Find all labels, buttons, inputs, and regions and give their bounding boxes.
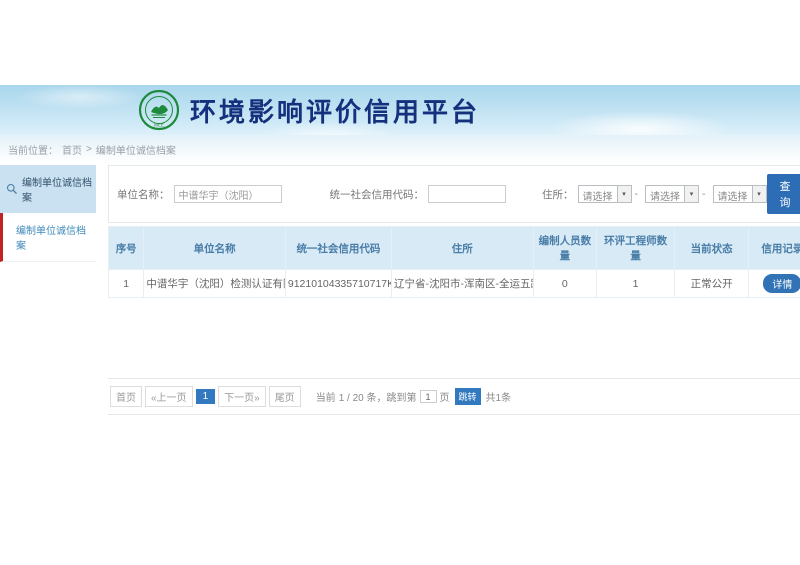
unit-name-label: 单位名称：	[117, 187, 170, 202]
total-records: 共1条	[486, 389, 512, 404]
col-status: 当前状态	[674, 227, 748, 270]
sidebar: 编制单位诚信档案 编制单位诚信档案	[0, 165, 96, 262]
district-select-value: 请选择	[714, 186, 752, 202]
site-title: 环境影响评价信用平台	[190, 92, 480, 129]
col-index: 序号	[109, 227, 144, 270]
city-select[interactable]: 请选择 ▾	[645, 185, 699, 203]
chevron-down-icon: ▾	[752, 186, 766, 202]
cell-index: 1	[109, 270, 144, 298]
detail-button[interactable]: 详情	[763, 274, 800, 293]
district-select[interactable]: 请选择 ▾	[713, 185, 767, 203]
breadcrumb-home-link[interactable]: 首页	[62, 142, 82, 157]
credit-code-label: 统一社会信用代码：	[330, 187, 425, 202]
address-label: 住所：	[542, 187, 574, 202]
chevron-down-icon: ▾	[617, 186, 631, 202]
cell-credit-code: 91210104335710717K	[285, 270, 391, 298]
page-info-mid: 1 / 20 条，跳到第	[339, 389, 417, 404]
table-empty-area	[108, 298, 800, 378]
search-magnifier-icon	[6, 183, 18, 195]
page-last-button[interactable]: 尾页	[269, 386, 301, 407]
city-select-value: 请选择	[646, 186, 684, 202]
cell-unit-name-link[interactable]: 中谱华宇（沈阳）检测认证有限公司	[144, 270, 286, 298]
province-select-value: 请选择	[579, 186, 617, 202]
breadcrumb-current: 编制单位诚信档案	[96, 142, 176, 157]
col-address: 住所	[392, 227, 534, 270]
search-filter-bar: 单位名称： 统一社会信用代码： 住所： 请选择 ▾ - 请选择 ▾ - 请选择 …	[108, 165, 800, 223]
select-separator: -	[702, 188, 706, 200]
page-current[interactable]: 1	[196, 389, 216, 404]
page-info-suffix: 页	[440, 389, 450, 404]
cell-address: 辽宁省-沈阳市-浑南区-全运五路35-1号楼902	[392, 270, 534, 298]
breadcrumb-label: 当前位置：	[8, 142, 58, 157]
chevron-down-icon: ▾	[684, 186, 698, 202]
mee-logo-icon: MEE	[138, 89, 180, 131]
page-info-prefix: 当前	[316, 389, 336, 404]
site-banner: MEE 环境影响评价信用平台	[0, 85, 800, 135]
page-prev-button[interactable]: «上一页	[145, 386, 193, 407]
pagination-bar: 首页 «上一页 1 下一页» 尾页 当前 1 / 20 条，跳到第 页 跳转 共…	[108, 378, 800, 415]
col-unit-name: 单位名称	[144, 227, 286, 270]
page-next-button[interactable]: 下一页»	[218, 386, 266, 407]
province-select[interactable]: 请选择 ▾	[578, 185, 632, 203]
col-credit-record: 信用记录	[749, 227, 800, 270]
unit-name-input[interactable]	[174, 185, 282, 203]
table-row: 1 中谱华宇（沈阳）检测认证有限公司 91210104335710717K 辽宁…	[109, 270, 800, 298]
query-button[interactable]: 查询	[767, 174, 800, 214]
col-engineer-count: 环评工程师数量	[597, 227, 675, 270]
main-content: 单位名称： 统一社会信用代码： 住所： 请选择 ▾ - 请选择 ▾ - 请选择 …	[108, 165, 800, 415]
breadcrumb-separator: >	[86, 144, 92, 155]
cell-staff-count[interactable]: 0	[533, 270, 597, 298]
table-header-row: 序号 单位名称 统一社会信用代码 住所 编制人员数量 环评工程师数量 当前状态 …	[109, 227, 800, 270]
jump-button[interactable]: 跳转	[455, 388, 481, 405]
sidebar-header[interactable]: 编制单位诚信档案	[0, 165, 96, 213]
select-separator: -	[635, 188, 639, 200]
results-table: 序号 单位名称 统一社会信用代码 住所 编制人员数量 环评工程师数量 当前状态 …	[108, 226, 800, 298]
sidebar-header-label: 编制单位诚信档案	[22, 174, 93, 204]
sidebar-item-label: 编制单位诚信档案	[16, 226, 86, 252]
cell-engineer-count[interactable]: 1	[597, 270, 675, 298]
breadcrumb: 当前位置： 首页 > 编制单位诚信档案	[0, 135, 800, 163]
top-whitespace	[0, 0, 800, 85]
col-staff-count: 编制人员数量	[533, 227, 597, 270]
cell-status: 正常公开	[674, 270, 748, 298]
col-credit-code: 统一社会信用代码	[285, 227, 391, 270]
cell-credit-record: 详情	[749, 270, 800, 298]
sidebar-item-credit-archive[interactable]: 编制单位诚信档案	[0, 213, 96, 262]
page-number-input[interactable]	[420, 390, 437, 403]
page-first-button[interactable]: 首页	[110, 386, 142, 407]
svg-text:MEE: MEE	[154, 123, 164, 128]
credit-code-input[interactable]	[428, 185, 506, 203]
